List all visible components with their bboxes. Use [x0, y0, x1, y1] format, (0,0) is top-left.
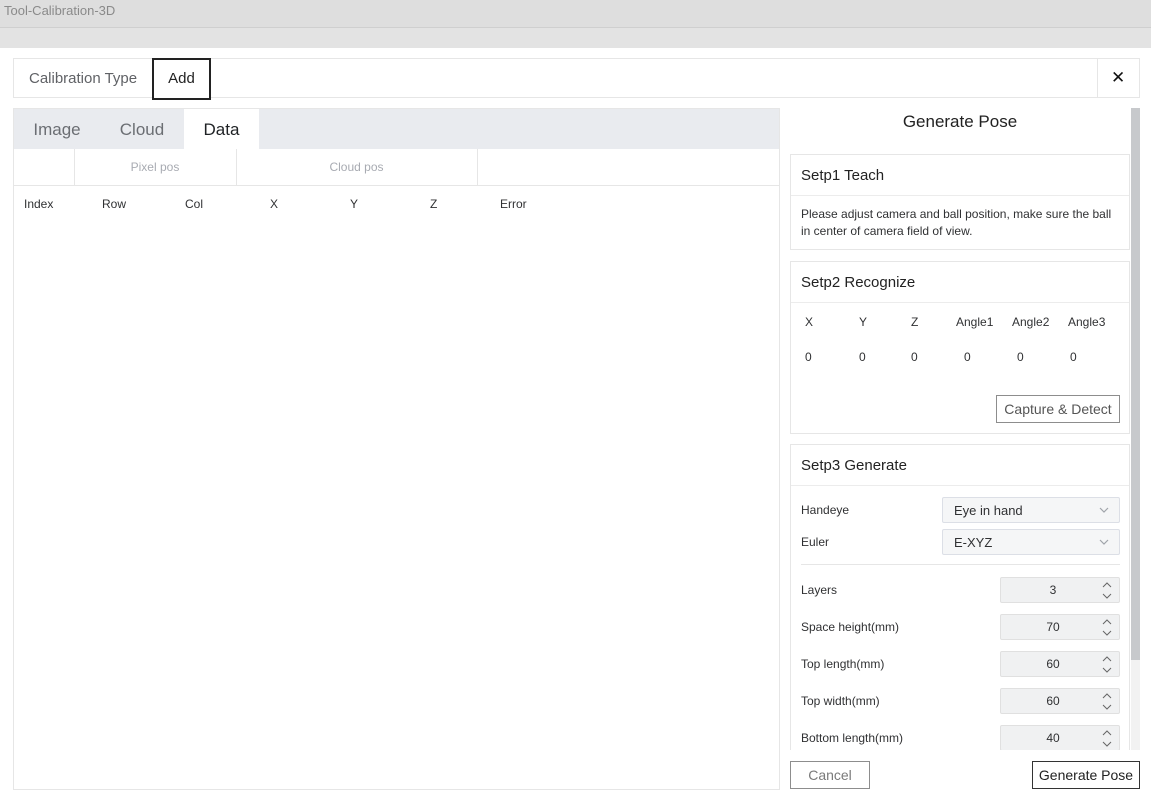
pose-value-y: 0 — [859, 350, 866, 364]
chevron-down-icon[interactable] — [1100, 702, 1114, 713]
step3-card: Setp3 Generate Handeye Eye in hand Euler… — [790, 444, 1130, 750]
bottom-length-label: Bottom length(mm) — [801, 731, 904, 745]
layers-label: Layers — [801, 583, 838, 597]
chevron-down-icon[interactable] — [1100, 739, 1114, 750]
pose-header-y: Y — [859, 315, 868, 329]
close-button[interactable]: ✕ — [1097, 58, 1139, 98]
top-width-spinbox[interactable]: 60 — [1000, 688, 1120, 714]
layers-value: 3 — [1049, 583, 1057, 597]
toolbar-strip — [0, 28, 1151, 48]
chevron-down-icon — [1099, 539, 1109, 545]
top-length-value: 60 — [1046, 657, 1060, 671]
euler-label: Euler — [801, 535, 830, 549]
step1-description: Please adjust camera and ball position, … — [801, 207, 1112, 238]
window-title: Tool-Calibration-3D — [4, 3, 116, 18]
step2-card: Setp2 Recognize X Y Z Angle1 Angle2 Angl… — [790, 261, 1130, 434]
handeye-label: Handeye — [801, 503, 850, 517]
chevron-down-icon — [1099, 507, 1109, 513]
group-pixel-pos: Pixel pos — [130, 160, 180, 174]
pose-header-x: X — [805, 315, 814, 329]
top-length-row: Top length(mm) 60 — [791, 651, 1131, 677]
chevron-down-icon[interactable] — [1100, 665, 1114, 676]
capture-detect-button[interactable]: Capture & Detect — [996, 395, 1120, 423]
generate-pose-panel: Generate Pose Setp1 Teach Please adjust … — [790, 108, 1140, 750]
top-length-label: Top length(mm) — [801, 657, 885, 671]
column-x: X — [270, 197, 279, 211]
bottom-length-value: 40 — [1046, 731, 1060, 745]
dialog-header: Calibration Type Add ✕ — [13, 58, 1140, 100]
chevron-up-icon[interactable] — [1100, 616, 1114, 627]
column-row: Row — [102, 197, 127, 211]
tab-data[interactable]: Data — [184, 109, 259, 149]
chevron-up-icon[interactable] — [1100, 690, 1114, 701]
pose-header-row: X Y Z Angle1 Angle2 Angle3 — [791, 315, 1131, 331]
chevron-up-icon[interactable] — [1100, 653, 1114, 664]
pose-header-z: Z — [911, 315, 919, 329]
calibration-type-label: Calibration Type — [29, 70, 138, 87]
column-col: Col — [185, 197, 204, 211]
form-divider — [801, 564, 1120, 565]
chevron-up-icon[interactable] — [1100, 727, 1114, 738]
chevron-down-icon[interactable] — [1100, 591, 1114, 602]
add-button[interactable]: Add — [152, 58, 211, 100]
column-z: Z — [430, 197, 438, 211]
column-y: Y — [350, 197, 359, 211]
chevron-down-icon[interactable] — [1100, 628, 1114, 639]
top-length-spinbox[interactable]: 60 — [1000, 651, 1120, 677]
pose-value-angle1: 0 — [964, 350, 971, 364]
pose-header-angle2: Angle2 — [1012, 315, 1050, 329]
layers-spinbox[interactable]: 3 — [1000, 577, 1120, 603]
scrollbar-thumb[interactable] — [1131, 108, 1140, 660]
cancel-button[interactable]: Cancel — [790, 761, 870, 789]
top-width-row: Top width(mm) 60 — [791, 688, 1131, 714]
window-titlebar: Tool-Calibration-3D — [0, 0, 1151, 28]
pose-header-angle1: Angle1 — [956, 315, 994, 329]
table-group-header: Pixel pos Cloud pos — [14, 149, 779, 186]
group-divider — [477, 149, 478, 186]
top-width-label: Top width(mm) — [801, 694, 880, 708]
tab-cloud[interactable]: Cloud — [100, 109, 184, 149]
handeye-value: Eye in hand — [954, 503, 1023, 518]
layers-row: Layers 3 — [791, 577, 1131, 603]
tab-image[interactable]: Image — [14, 109, 100, 149]
space-height-spinbox[interactable]: 70 — [1000, 614, 1120, 640]
column-error: Error — [500, 197, 527, 211]
panel-title: Generate Pose — [902, 112, 1018, 131]
chevron-up-icon[interactable] — [1100, 579, 1114, 590]
generate-pose-button[interactable]: Generate Pose — [1032, 761, 1140, 789]
pose-value-angle3: 0 — [1070, 350, 1077, 364]
step1-card: Setp1 Teach Please adjust camera and bal… — [790, 154, 1130, 250]
tab-bar: Image Cloud Data — [14, 109, 779, 149]
space-height-label: Space height(mm) — [801, 620, 900, 634]
pose-value-x: 0 — [805, 350, 812, 364]
step2-title: Setp2 Recognize — [791, 262, 1129, 303]
euler-select[interactable]: E-XYZ — [942, 529, 1120, 555]
pose-value-row: 0 0 0 0 0 0 — [791, 350, 1131, 366]
pose-value-z: 0 — [911, 350, 918, 364]
column-index: Index — [24, 197, 54, 211]
top-width-value: 60 — [1046, 694, 1060, 708]
euler-row: Euler E-XYZ — [791, 529, 1131, 555]
table-header: Index Row Col X Y Z Error — [14, 197, 779, 217]
close-icon: ✕ — [1111, 68, 1126, 87]
bottom-length-spinbox[interactable]: 40 — [1000, 725, 1120, 750]
data-panel: Image Cloud Data Pixel pos Cloud pos Ind… — [13, 108, 780, 790]
space-height-row: Space height(mm) 70 — [791, 614, 1131, 640]
step1-title: Setp1 Teach — [791, 155, 1129, 196]
pose-value-angle2: 0 — [1017, 350, 1024, 364]
space-height-value: 70 — [1046, 620, 1060, 634]
euler-value: E-XYZ — [954, 535, 993, 550]
bottom-length-row: Bottom length(mm) 40 — [791, 725, 1131, 750]
pose-header-angle3: Angle3 — [1068, 315, 1106, 329]
panel-scrollbar[interactable] — [1131, 108, 1140, 750]
group-cloud-pos: Cloud pos — [329, 160, 384, 174]
handeye-row: Handeye Eye in hand — [791, 497, 1131, 523]
handeye-select[interactable]: Eye in hand — [942, 497, 1120, 523]
step3-title: Setp3 Generate — [791, 445, 1129, 486]
